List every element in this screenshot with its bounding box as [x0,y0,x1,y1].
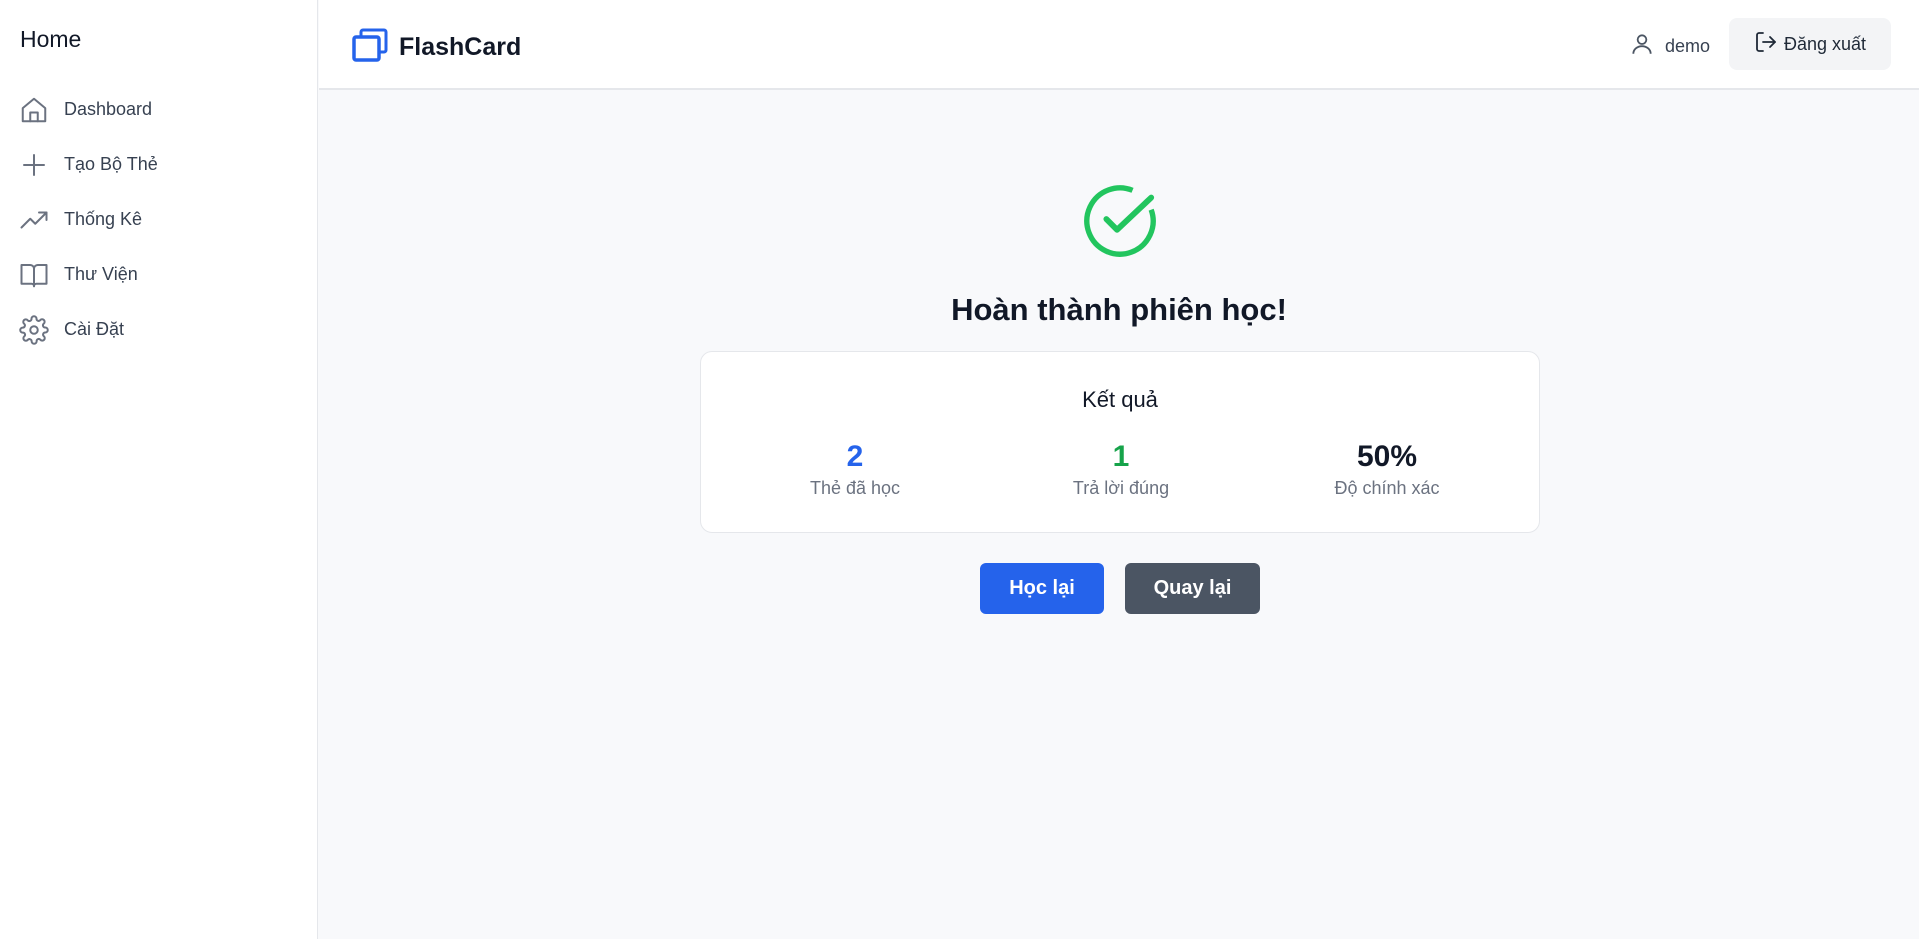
stat-value: 50% [1356,440,1418,473]
stat-label: Thẻ đã học [809,478,901,498]
check-circle-icon [1084,185,1156,257]
stat-cards-studied: 2 Thẻ đã học [755,440,955,499]
page-title: Hoàn thành phiên học! [951,292,1287,327]
gear-icon [19,314,49,345]
sidebar-item-label: Thống Kê [64,209,143,229]
user-info: demo [1629,31,1710,62]
sidebar-item-dashboard[interactable]: Dashboard [0,82,318,137]
brand-name: FlashCard [399,33,522,61]
username: demo [1665,36,1711,56]
stat-label: Trả lời đúng [1072,478,1170,498]
stat-label: Độ chính xác [1334,478,1440,498]
top-header: FlashCard demo Đăng xuất [319,0,1919,90]
trending-up-icon [19,205,49,235]
sidebar-item-settings[interactable]: Cài Đặt [0,302,318,357]
home-icon [19,95,49,125]
brand[interactable]: FlashCard [352,28,521,67]
results-card: Kết quả 2 Thẻ đã học 1 Trả lời đúng 50% … [700,351,1540,533]
logout-button[interactable]: Đăng xuất [1729,18,1891,70]
sidebar-item-label: Dashboard [64,99,153,119]
stat-correct-answers: 1 Trả lời đúng [1021,440,1221,499]
user-icon [1629,31,1665,62]
logout-label: Đăng xuất [1783,33,1867,54]
sidebar-item-create-deck[interactable]: Tạo Bộ Thẻ [0,137,318,192]
sidebar-item-statistics[interactable]: Thống Kê [0,192,318,247]
stat-value: 2 [846,440,864,473]
sidebar-title: Home [20,26,82,52]
sidebar-item-label: Tạo Bộ Thẻ [64,154,158,174]
sidebar: Home Dashboard Tạo Bộ Thẻ Thống Kê Thư V… [0,0,318,939]
logout-icon [1754,30,1784,59]
sidebar-item-label: Cài Đặt [64,319,125,339]
cards-logo-icon [352,28,388,67]
stat-accuracy: 50% Độ chính xác [1287,440,1487,499]
sidebar-item-label: Thư Viện [64,264,138,284]
plus-icon [19,150,49,180]
sidebar-item-library[interactable]: Thư Viện [0,247,318,302]
stat-value: 1 [1112,440,1130,473]
relearn-button[interactable]: Học lại [980,563,1104,614]
sidebar-nav: Dashboard Tạo Bộ Thẻ Thống Kê Thư Viện C… [0,82,318,357]
back-button[interactable]: Quay lại [1125,563,1260,614]
results-title: Kết quả [1082,387,1158,412]
book-icon [19,260,49,290]
